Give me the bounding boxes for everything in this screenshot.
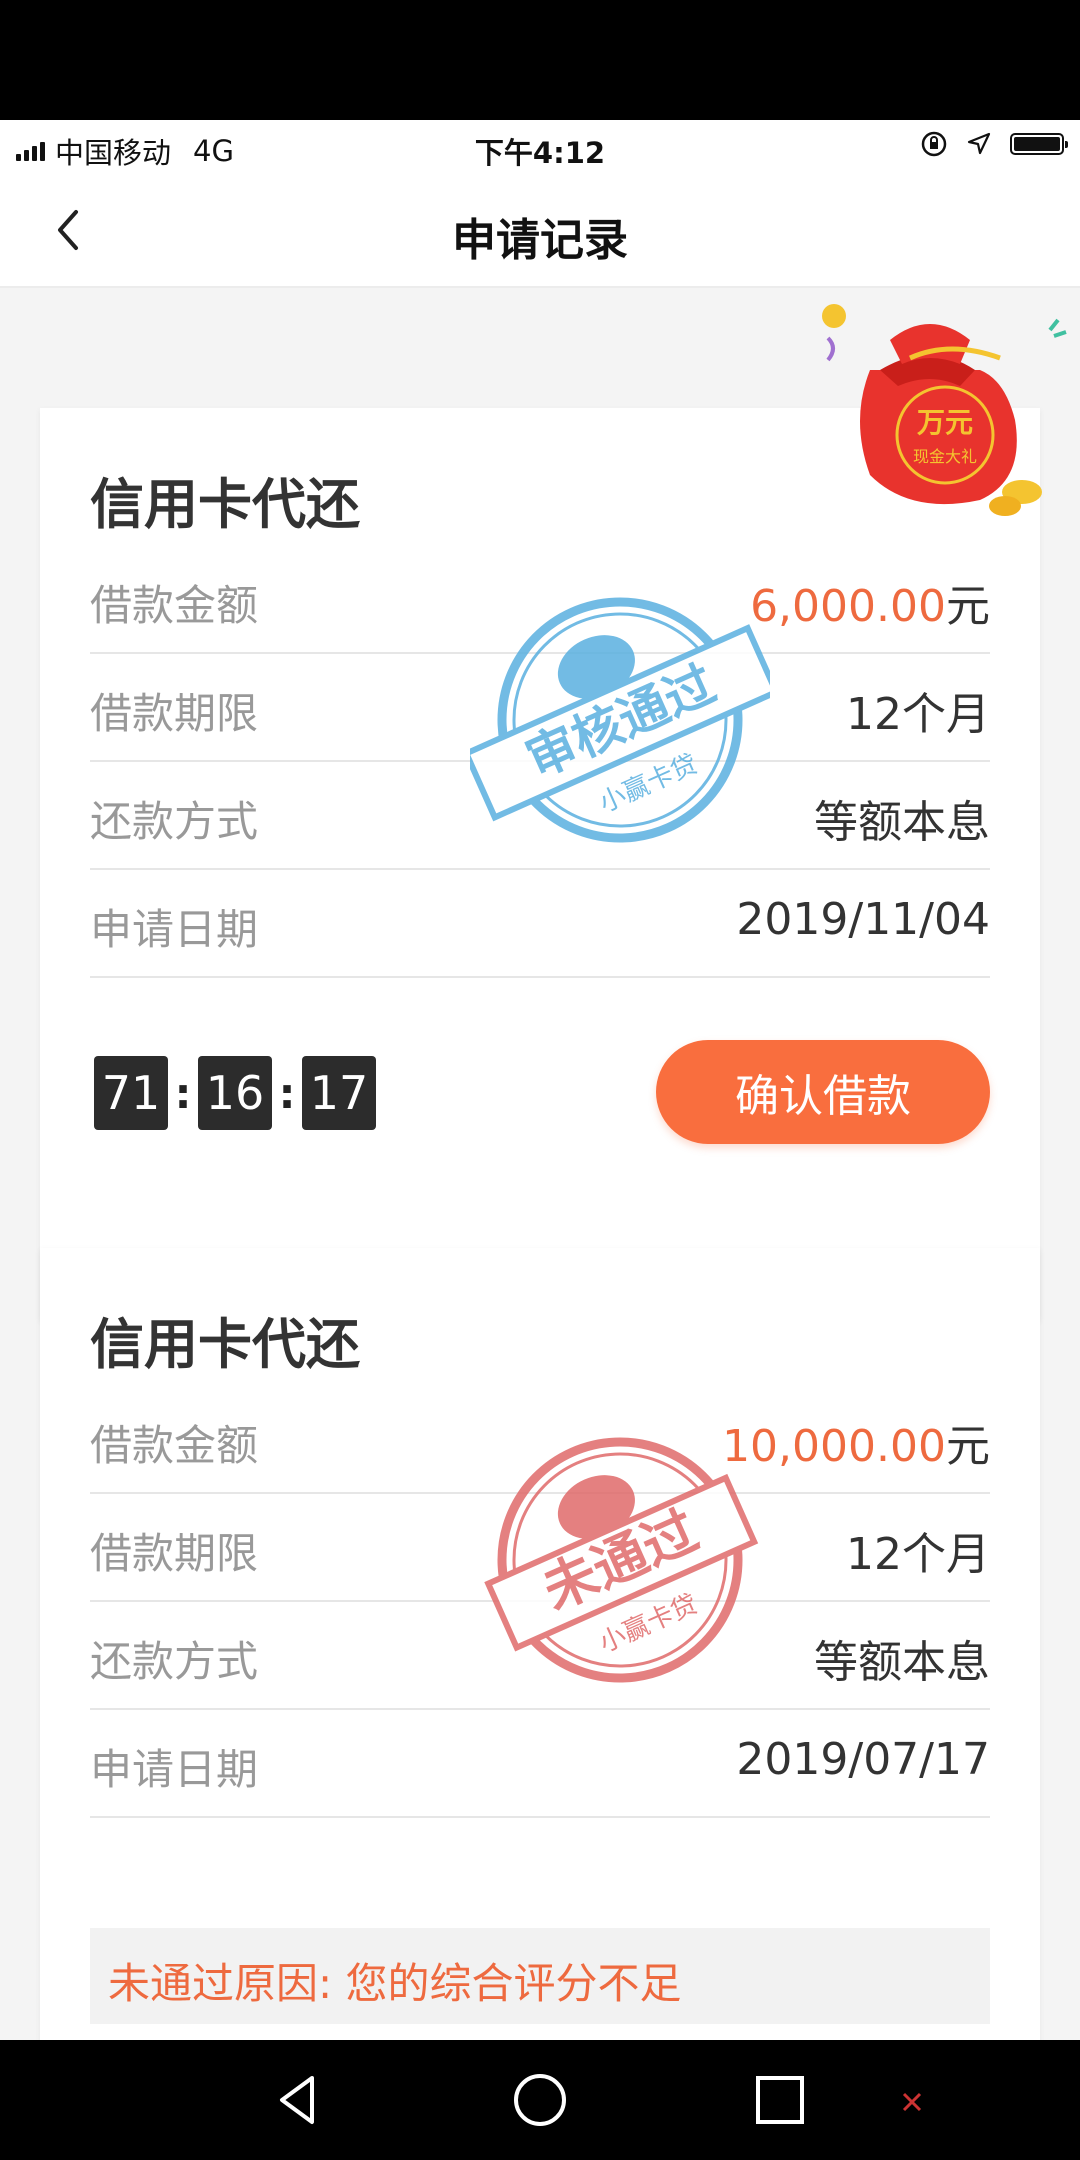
countdown-separator: : <box>278 1068 296 1118</box>
status-bar: 中国移动 4G 下午4:12 <box>0 120 1080 174</box>
row-value: 等额本息 <box>814 1637 990 1688</box>
currency-unit: 元 <box>946 1421 990 1472</box>
row-value: 等额本息 <box>814 797 990 848</box>
status-right <box>920 130 1068 158</box>
row-value: 6,000.00元 <box>750 570 990 634</box>
row-label: 还款方式 <box>90 797 259 846</box>
battery-icon <box>1010 133 1068 155</box>
row-label: 申请日期 <box>90 905 259 954</box>
status-time: 下午4:12 <box>474 136 606 170</box>
square-recents-icon <box>756 2076 804 2124</box>
screen: 中国移动 4G 下午4:12 申请记录 信用卡代还 借款金额 6,000.00元… <box>0 0 1080 2160</box>
row-label: 借款金额 <box>90 1421 259 1470</box>
countdown-minutes: 16 <box>198 1056 272 1130</box>
card-title: 信用卡代还 <box>90 1313 360 1376</box>
currency-unit: 元 <box>946 581 990 632</box>
row-label: 申请日期 <box>90 1745 259 1794</box>
back-nav-button[interactable] <box>268 2068 332 2132</box>
rotation-lock-icon <box>921 131 947 157</box>
countdown-seconds: 17 <box>302 1056 376 1130</box>
system-nav-bar <box>0 2040 1080 2160</box>
cash-gift-promo[interactable]: 万元 现金大礼 <box>810 300 1080 550</box>
rejected-stamp: 未通过 小赢卡贷 <box>484 1437 759 1683</box>
loan-amount: 6,000.00 <box>750 581 946 632</box>
card-title: 信用卡代还 <box>90 473 360 536</box>
nav-bar: 申请记录 <box>0 174 1080 288</box>
watermark-logo-icon <box>902 2092 922 2112</box>
row-apply-date: 申请日期 2019/07/17 <box>90 1710 990 1818</box>
confirm-loan-button[interactable]: 确认借款 <box>656 1040 990 1144</box>
rejection-reason-box: 未通过原因: 您的综合评分不足 <box>90 1928 990 2024</box>
countdown-timer: 71 : 16 : 17 <box>94 1056 376 1130</box>
app-window: 中国移动 4G 下午4:12 申请记录 信用卡代还 借款金额 6,000.00元… <box>0 120 1080 2040</box>
approved-stamp: 审核通过 小赢卡贷 <box>470 597 770 843</box>
row-value: 12个月 <box>846 1529 990 1580</box>
row-label: 借款期限 <box>90 1529 259 1578</box>
row-label: 还款方式 <box>90 1637 259 1686</box>
row-apply-date: 申请日期 2019/11/04 <box>90 870 990 978</box>
row-label: 借款期限 <box>90 689 259 738</box>
row-value: 12个月 <box>846 689 990 740</box>
promo-line2: 现金大礼 <box>913 447 977 466</box>
row-value: 2019/11/04 <box>736 894 990 945</box>
coin-icon <box>822 304 846 328</box>
promo-line1: 万元 <box>917 406 973 439</box>
row-label: 借款金额 <box>90 581 259 630</box>
countdown-hours: 71 <box>94 1056 168 1130</box>
home-nav-button[interactable] <box>508 2068 572 2132</box>
watermark <box>900 2090 924 2114</box>
page-title: 申请记录 <box>452 215 628 266</box>
countdown-separator: : <box>174 1068 192 1118</box>
top-black-bar <box>0 0 1080 120</box>
rejection-reason: 未通过原因: 您的综合评分不足 <box>108 1959 682 2008</box>
recents-nav-button[interactable] <box>748 2068 812 2132</box>
triangle-back-icon <box>280 2076 314 2124</box>
circle-home-icon <box>514 2074 566 2126</box>
row-value: 2019/07/17 <box>736 1734 990 1785</box>
location-arrow-icon <box>967 132 991 155</box>
